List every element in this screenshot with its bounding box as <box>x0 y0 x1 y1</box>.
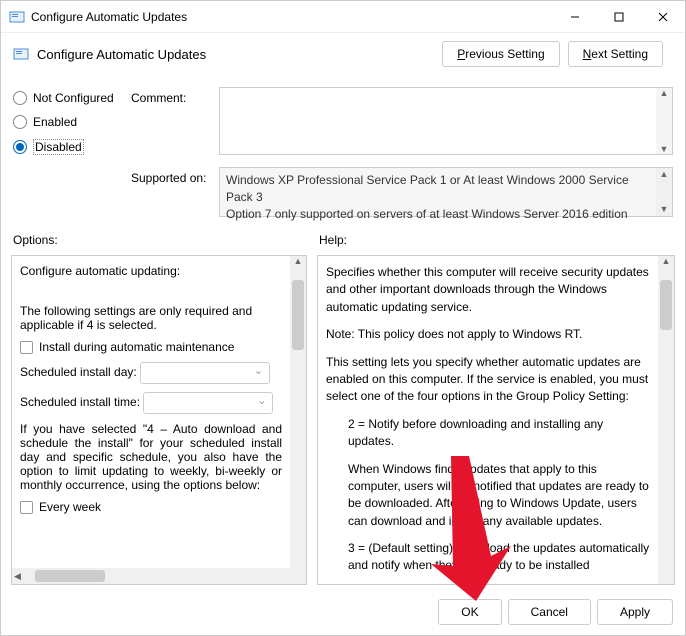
supported-scrollbar[interactable]: ▲▼ <box>656 168 672 216</box>
scheduled-install-time-row: Scheduled install time: <box>20 392 282 414</box>
help-p5: When Windows finds updates that apply to… <box>348 461 650 531</box>
options-panel: Configure automatic updating: The follow… <box>11 255 307 585</box>
radio-not-configured[interactable]: Not Configured <box>13 91 114 105</box>
policy-title: Configure Automatic Updates <box>37 47 442 62</box>
help-p3: This setting lets you specify whether au… <box>326 354 650 406</box>
radio-disabled[interactable]: Disabled <box>13 139 114 155</box>
app-icon <box>9 9 25 25</box>
comment-textarea[interactable]: ▲▼ <box>219 87 673 155</box>
options-note: The following settings are only required… <box>20 304 282 332</box>
help-p2: Note: This policy does not apply to Wind… <box>326 326 650 343</box>
policy-icon <box>13 46 29 62</box>
help-p6: 3 = (Default setting) Download the updat… <box>348 540 650 575</box>
scheduled-day-combo[interactable] <box>140 362 270 384</box>
help-p4: 2 = Notify before downloading and instal… <box>348 416 650 451</box>
previous-setting-button[interactable]: Previous Setting <box>442 41 559 67</box>
maximize-button[interactable] <box>597 1 641 32</box>
radio-enabled[interactable]: Enabled <box>13 115 114 129</box>
help-label: Help: <box>319 233 347 247</box>
next-setting-button[interactable]: Next Setting <box>568 41 663 67</box>
scheduled-install-day-row: Scheduled install day: <box>20 362 282 384</box>
comment-label: Comment: <box>131 91 186 105</box>
options-label: Options: <box>13 233 58 247</box>
window-title: Configure Automatic Updates <box>31 10 553 24</box>
checkbox-every-week[interactable]: Every week <box>20 500 101 514</box>
minimize-button[interactable] <box>553 1 597 32</box>
help-p1: Specifies whether this computer will rec… <box>326 264 650 316</box>
apply-button[interactable]: Apply <box>597 599 673 625</box>
ok-button[interactable]: OK <box>438 599 501 625</box>
close-button[interactable] <box>641 1 685 32</box>
checkbox-install-maintenance[interactable]: Install during automatic maintenance <box>20 340 234 354</box>
options-vertical-scrollbar[interactable]: ▲ <box>290 256 306 568</box>
supported-on-label: Supported on: <box>131 171 206 185</box>
options-paragraph: If you have selected "4 – Auto download … <box>20 422 282 492</box>
comment-scrollbar[interactable]: ▲▼ <box>656 88 672 154</box>
options-horizontal-scrollbar[interactable]: ◀ <box>12 568 290 584</box>
scheduled-time-combo[interactable] <box>143 392 273 414</box>
supported-on-box: Windows XP Professional Service Pack 1 o… <box>219 167 673 217</box>
help-panel: Specifies whether this computer will rec… <box>317 255 675 585</box>
options-heading: Configure automatic updating: <box>20 264 282 278</box>
cancel-button[interactable]: Cancel <box>508 599 591 625</box>
help-vertical-scrollbar[interactable]: ▲ <box>658 256 674 584</box>
